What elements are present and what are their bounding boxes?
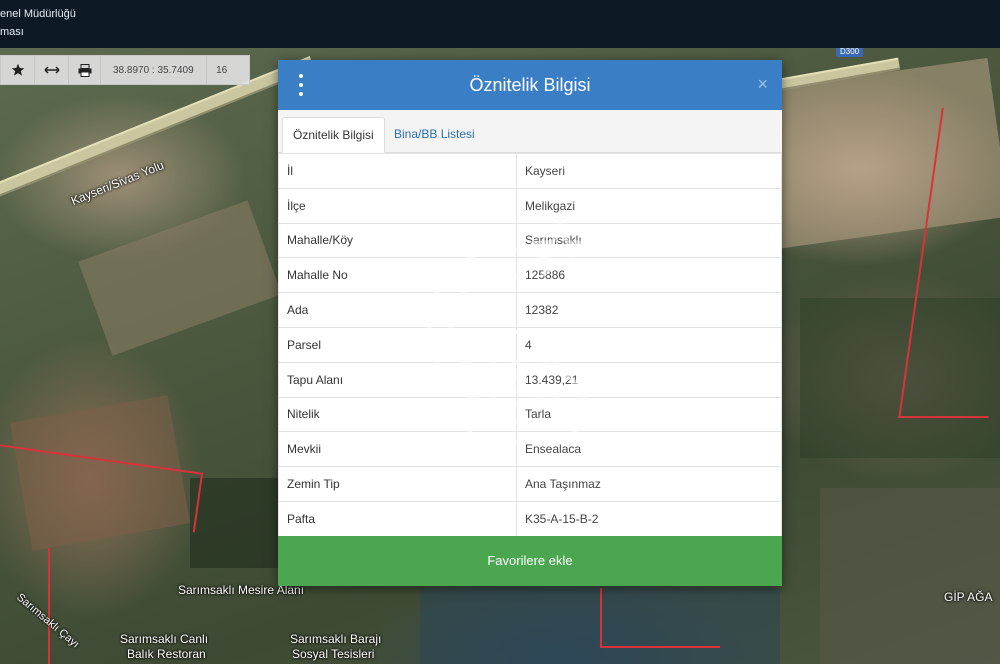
print-button[interactable] [69, 55, 101, 85]
favorites-star-button[interactable] [1, 55, 35, 85]
attribute-key: Parsel [278, 326, 517, 363]
table-row: Mahalle No 125886 [278, 257, 782, 294]
attribute-info-modal: Öznitelik Bilgisi × Öznitelik Bilgisi Bi… [278, 60, 782, 586]
map-label-gip: GİP AĞA [944, 590, 993, 604]
modal-tabs: Öznitelik Bilgisi Bina/BB Listesi [278, 110, 782, 153]
star-icon [11, 63, 24, 76]
table-row: Ada 12382 [278, 292, 782, 328]
attribute-value: 13.439,21 [516, 361, 782, 398]
attribute-value: 12382 [516, 292, 782, 328]
header-title: enel Müdürlüğü [0, 8, 76, 20]
close-button[interactable]: × [757, 74, 768, 95]
map-label-restoran: Sarımsaklı Canlı [120, 632, 209, 646]
modal-header: Öznitelik Bilgisi × [278, 60, 782, 110]
add-to-favorites-button[interactable]: Favorilere ekle [278, 536, 782, 586]
map-field [78, 200, 282, 356]
arrows-horizontal-icon [43, 66, 60, 74]
map-toolbar: 38.8970 : 35.7409 16 [0, 55, 250, 85]
attribute-key: Tapu Alanı [278, 361, 517, 398]
printer-icon [78, 63, 91, 77]
table-row: Pafta K35-A-15-B-2 [278, 500, 782, 537]
table-row: Mevkii Ensealaca [278, 431, 782, 468]
app-header: enel Müdürlüğü ması [0, 0, 1000, 48]
table-row: Nitelik Tarla [278, 396, 782, 433]
attribute-value: 4 [516, 326, 782, 363]
attribute-key: Mahalle No [278, 257, 517, 294]
attribute-value: Ensealaca [516, 431, 782, 468]
table-row: Tapu Alanı 13.439,21 [278, 361, 782, 398]
zoom-level: 16 [216, 64, 228, 76]
tab-attribute-info[interactable]: Öznitelik Bilgisi [282, 117, 385, 153]
attribute-value: Sarımsaklı [516, 222, 782, 259]
map-label-baraj-2: Sosyal Tesisleri [292, 647, 375, 661]
attribute-value: Kayseri [516, 153, 782, 189]
attribute-value: Tarla [516, 396, 782, 433]
map-label-baraj: Sarımsaklı Barajı [290, 632, 382, 646]
map-field [820, 488, 1000, 664]
tab-building-list[interactable]: Bina/BB Listesi [384, 117, 485, 153]
map-field [190, 478, 280, 568]
attribute-key: İlçe [278, 187, 517, 224]
attribute-value: Melikgazi [516, 187, 782, 224]
attribute-key: Mevkii [278, 431, 517, 468]
table-row: İl Kayseri [278, 153, 782, 189]
attribute-value: K35-A-15-B-2 [516, 500, 782, 537]
attribute-key: Pafta [278, 500, 517, 537]
attribute-value: Ana Taşınmaz [516, 466, 782, 502]
table-row: İlçe Melikgazi [278, 187, 782, 224]
attribute-table: İl Kayseri İlçe Melikgazi Mahalle/Köy Sarım… [278, 153, 782, 537]
parcel-boundary [600, 588, 720, 648]
attribute-key: İl [278, 153, 517, 189]
attribute-key: Nitelik [278, 396, 517, 433]
coordinate-readout: 38.8970 : 35.7409 [101, 55, 207, 85]
map-label-restoran-2: Balık Restoran [127, 647, 206, 661]
table-row: Zemin Tip Ana Taşınmaz [278, 466, 782, 502]
attribute-key: Ada [278, 292, 517, 328]
attribute-key: Mahalle/Köy [278, 222, 517, 259]
attribute-key: Zemin Tip [278, 466, 517, 502]
measure-distance-button[interactable] [35, 55, 69, 85]
header-subtitle: ması [0, 26, 24, 38]
modal-title: Öznitelik Bilgisi [469, 75, 591, 95]
attribute-value: 125886 [516, 257, 782, 294]
table-row: Mahalle/Köy Sarımsaklı [278, 222, 782, 259]
table-row: Parsel 4 [278, 326, 782, 363]
